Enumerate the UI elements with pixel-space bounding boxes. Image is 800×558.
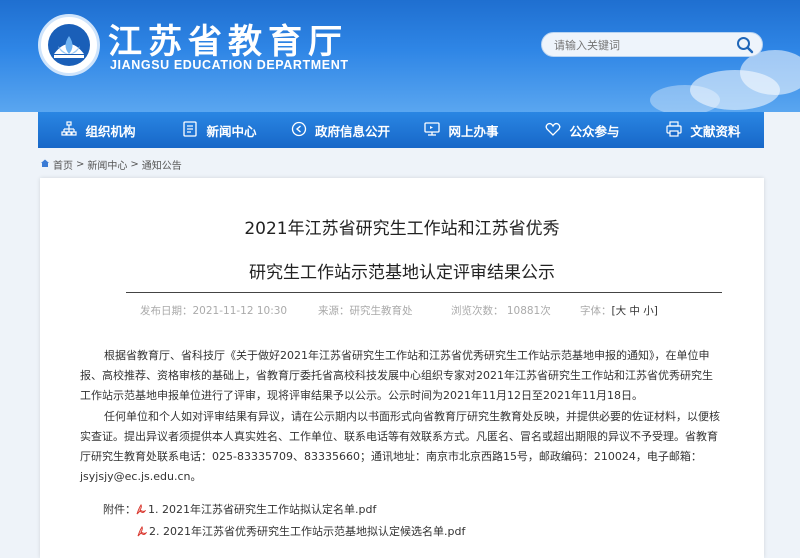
view-count: 浏览次数： 10881次	[451, 305, 551, 317]
breadcrumb-news[interactable]: 新闻中心	[87, 157, 127, 172]
article-title-line1: 2021年江苏省研究生工作站和江苏省优秀	[244, 219, 560, 239]
site-title-english: JIANGSU EDUCATION DEPARTMENT	[110, 58, 349, 72]
pdf-icon	[136, 503, 147, 515]
nav-label: 新闻中心	[206, 123, 257, 139]
article-card: 2021年江苏省研究生工作站和江苏省优秀 研究生工作站示范基地认定评审结果公示 …	[40, 178, 764, 558]
search-icon[interactable]	[736, 36, 754, 54]
nav-label: 组织机构	[85, 123, 136, 139]
nav-item-info-open[interactable]: 政府信息公开	[280, 112, 401, 148]
breadcrumb-separator: >	[130, 159, 139, 170]
nav-item-org[interactable]: 组织机构	[38, 112, 159, 148]
home-icon	[40, 158, 50, 171]
nav-item-public[interactable]: 公众参与	[522, 112, 643, 148]
article-body: 根据省教育厅、省科技厅《关于做好2021年江苏省研究生工作站和江苏省优秀研究生工…	[80, 346, 720, 487]
nav-label: 文献资料	[690, 123, 741, 139]
breadcrumb-home[interactable]: 首页	[53, 157, 73, 172]
news-doc-icon	[182, 120, 198, 140]
font-size-control[interactable]: [大 中 小]	[612, 303, 658, 318]
article-source: 来源：研究生教育处	[318, 305, 413, 317]
attachment-label: 附件：	[103, 503, 136, 516]
search-input[interactable]	[554, 36, 724, 54]
nav-label: 网上办事	[448, 123, 499, 139]
attachment-row: 2. 2021年江苏省优秀研究生工作站示范基地拟认定候选名单.pdf	[137, 523, 465, 539]
nav-label: 公众参与	[569, 123, 620, 139]
site-logo[interactable]	[38, 14, 100, 76]
attachment-link-2[interactable]: 2. 2021年江苏省优秀研究生工作站示范基地拟认定候选名单.pdf	[149, 523, 465, 539]
org-chart-icon	[61, 120, 78, 140]
monitor-icon	[424, 121, 441, 140]
attachment-row: 附件： 1. 2021年江苏省研究生工作站拟认定名单.pdf	[103, 501, 376, 517]
attachment-link-1[interactable]: 1. 2021年江苏省研究生工作站拟认定名单.pdf	[148, 501, 376, 517]
publish-date: 发布日期：2021-11-12 10:30	[140, 305, 288, 317]
breadcrumb-separator: >	[76, 159, 85, 170]
breadcrumb-notice[interactable]: 通知公告	[142, 157, 182, 172]
heart-icon	[545, 121, 561, 140]
pdf-icon	[137, 525, 148, 537]
breadcrumb: 首页 > 新闻中心 > 通知公告	[40, 157, 182, 172]
article-paragraph: 任何单位和个人如对评审结果有异议，请在公示期内以书面形式向省教育厅研究生教育处反…	[80, 409, 720, 484]
info-open-icon	[291, 121, 307, 140]
nav-item-news[interactable]: 新闻中心	[159, 112, 280, 148]
title-divider	[126, 292, 722, 293]
header-banner: 江苏省教育厅 JIANGSU EDUCATION DEPARTMENT	[0, 0, 800, 112]
site-title: 江苏省教育厅	[108, 22, 348, 62]
logo-emblem-icon	[48, 24, 90, 66]
nav-item-online-service[interactable]: 网上办事	[401, 112, 522, 148]
font-size-label: 字体：	[580, 305, 612, 317]
printer-icon	[666, 120, 683, 140]
nav-label: 政府信息公开	[314, 123, 390, 139]
main-nav: 组织机构 新闻中心 政府信息公开 网上办事 公众参与 文献资料	[38, 112, 764, 148]
nav-item-documents[interactable]: 文献资料	[643, 112, 764, 148]
cloud-decoration	[650, 85, 720, 112]
article-title-line2: 研究生工作站示范基地认定评审结果公示	[249, 263, 555, 283]
search-box	[541, 32, 763, 57]
article-paragraph: 根据省教育厅、省科技厅《关于做好2021年江苏省研究生工作站和江苏省优秀研究生工…	[80, 349, 713, 403]
article-meta: 发布日期：2021-11-12 10:30 来源：研究生教育处 浏览次数： 10…	[140, 303, 658, 318]
